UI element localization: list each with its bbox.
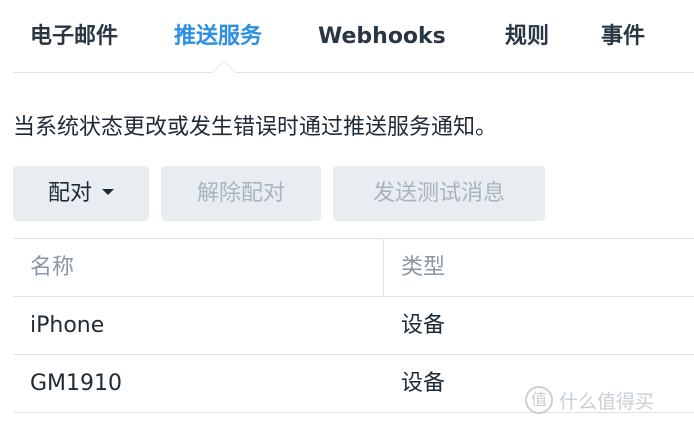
tab-webhooks[interactable]: Webhooks	[318, 20, 446, 54]
tab-pointer-icon	[211, 60, 237, 73]
column-header-type[interactable]: 类型	[401, 252, 445, 284]
table-header-border	[13, 296, 694, 297]
watermark-badge-icon: 值	[525, 386, 553, 414]
send-test-message-button[interactable]: 发送测试消息	[333, 166, 545, 221]
watermark-text: 什么值得买	[559, 390, 655, 413]
device-name-cell: iPhone	[30, 313, 105, 338]
unpair-button[interactable]: 解除配对	[161, 166, 321, 221]
device-type-cell: 设备	[401, 313, 446, 338]
device-name-cell: GM1910	[30, 371, 123, 396]
column-divider	[383, 238, 384, 296]
unpair-button-label: 解除配对	[196, 181, 285, 206]
column-header-name[interactable]: 名称	[30, 252, 74, 284]
caret-down-icon	[102, 189, 114, 195]
device-type-cell: 设备	[401, 371, 446, 396]
tab-rules[interactable]: 规则	[505, 20, 549, 54]
tab-events[interactable]: 事件	[601, 20, 645, 54]
send-test-message-label: 发送测试消息	[372, 181, 505, 206]
tab-divider	[13, 72, 694, 73]
tab-email[interactable]: 电子邮件	[30, 20, 118, 54]
pair-button-label: 配对	[47, 181, 92, 206]
table-row-border	[13, 354, 694, 355]
pair-button[interactable]: 配对	[13, 166, 149, 221]
page-description: 当系统状态更改或发生错误时通过推送服务通知。	[13, 115, 498, 140]
tab-bar: 电子邮件 推送服务 Webhooks 规则 事件	[0, 0, 694, 73]
watermark: 值 什么值得买	[525, 383, 654, 417]
table-top-border	[13, 238, 694, 239]
tab-push-service[interactable]: 推送服务	[174, 20, 262, 54]
